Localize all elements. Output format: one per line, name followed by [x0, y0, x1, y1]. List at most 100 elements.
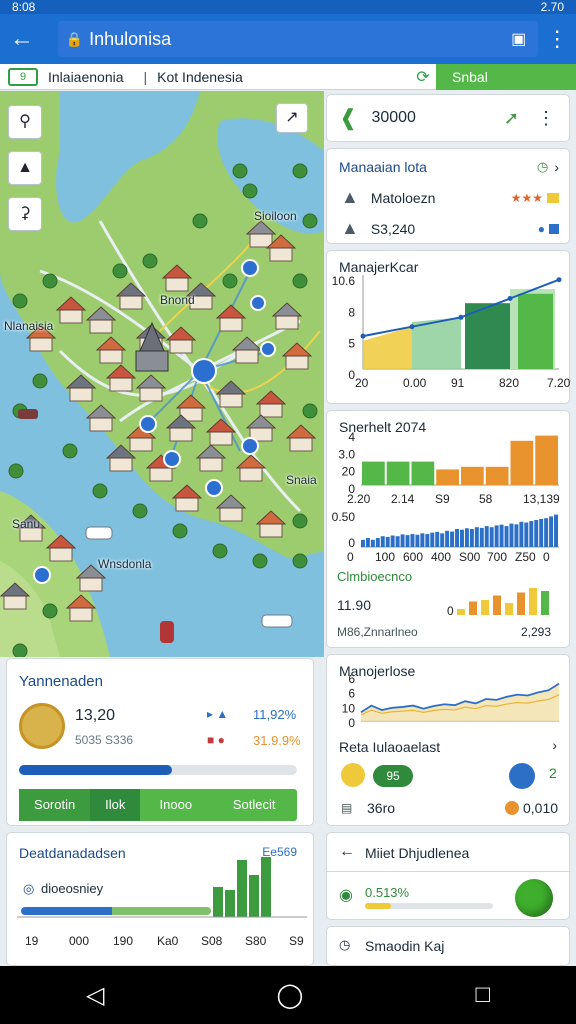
tree	[212, 543, 228, 559]
manage-card[interactable]: Manaaian lota ◷ › ▲ Matoloezn ★★★ ▲ S3,2…	[326, 148, 570, 244]
share-icon[interactable]: ➚	[504, 108, 519, 129]
tab-sorotin[interactable]: Sorotin	[19, 789, 91, 821]
chart3b-bar	[469, 601, 477, 615]
chart3-bar	[395, 536, 400, 547]
list-card[interactable]: ◷ Smaodin Kaj	[326, 926, 570, 966]
rate-pill[interactable]: 95	[373, 765, 413, 787]
back-arrow-icon[interactable]: ←	[339, 843, 355, 861]
map-layers-icon[interactable]: ▲	[8, 151, 42, 185]
map-marker	[205, 479, 223, 497]
map-view[interactable]: ⚲ ▲ ⚳ ↗ Sioiloon Bnond Nlanaisia Snaia S…	[0, 91, 324, 657]
chart3-bar	[361, 539, 365, 547]
pin-icon: ●	[537, 221, 545, 236]
x-tick-label: 100	[375, 550, 395, 564]
detail-progress-track	[365, 903, 493, 909]
chart3-bar	[365, 538, 370, 547]
chart3-bar	[554, 514, 558, 547]
chart2-label: Snerhelt 2074	[339, 419, 427, 435]
chart-card-2[interactable]: Snerhelt 2074 4 3.0 20 0 2.20 2.14 S9 58 13,139 0…	[326, 410, 570, 648]
tab-sotlecit[interactable]: Sotlecit	[211, 789, 297, 821]
stats-chart-svg: 19 000 190 Ka0 S08 S80 S9	[17, 857, 307, 948]
map-marker	[250, 295, 266, 311]
chart3-bar	[430, 532, 435, 547]
temple-icon: ▲	[341, 187, 359, 207]
map-marker	[139, 415, 157, 433]
chart3-bar	[524, 522, 529, 547]
card-menu-icon[interactable]: ⋮	[537, 108, 555, 129]
map-location-icon[interactable]: ⚳	[8, 197, 42, 231]
chart3b-bar	[457, 609, 465, 615]
chart2-bar	[485, 466, 509, 485]
chart-card-4[interactable]: Manojerlose 6 6 10 0 Reta Iulaoaelast › 95 …	[326, 654, 570, 826]
overflow-menu-icon[interactable]: ⋮	[538, 26, 576, 52]
house	[219, 316, 243, 332]
map-expand-icon[interactable]: ↗	[276, 103, 308, 133]
chart1-area-yellow	[363, 326, 412, 369]
chevron-right-icon[interactable]: ›	[552, 737, 557, 753]
rate-money: 0,010	[523, 800, 559, 816]
y-tick-label: 3.0	[338, 447, 355, 461]
chart1-point	[556, 277, 562, 283]
house	[89, 416, 113, 432]
stats-bar	[261, 857, 271, 917]
trend-icon: ▸ ▲	[207, 707, 229, 721]
search-tab[interactable]: Snbal	[436, 63, 576, 90]
tree	[252, 553, 268, 569]
breadcrumb-second[interactable]: Kot Indenesia	[157, 69, 243, 85]
stats-bar	[237, 860, 247, 917]
top-summary-card[interactable]: ❰ 30000 ➚ ⋮	[326, 94, 570, 142]
x-tick-label: 0	[347, 550, 354, 564]
x-tick-label: 2.20	[347, 492, 371, 506]
house	[169, 426, 193, 442]
y-tick-label: 0	[447, 604, 454, 618]
house	[59, 308, 83, 324]
breadcrumb: 9 Inlaiaenonia | Kot Indenesia ⟳ Snbal	[0, 63, 576, 90]
top-value: 30000	[371, 109, 416, 126]
house	[3, 594, 27, 610]
leaf-icon: ❰	[339, 105, 358, 130]
back-arrow-icon[interactable]: ←	[0, 25, 44, 53]
clock-icon: ◷	[339, 937, 351, 952]
tree	[302, 213, 318, 229]
chevron-right-icon[interactable]: ›	[554, 159, 559, 175]
chart3-bar	[494, 525, 499, 547]
tree	[242, 183, 258, 199]
alert-icon: ■ ●	[207, 733, 225, 747]
breadcrumb-first[interactable]: Inlaiaenonia	[48, 69, 124, 85]
house	[29, 336, 53, 352]
nav-back-icon[interactable]: ◁	[86, 981, 104, 1010]
tab-switcher-icon[interactable]: ▣	[511, 29, 526, 49]
tab-inooo[interactable]: Inooo	[140, 789, 211, 821]
map-marker	[33, 566, 51, 584]
x-tick-label: 13,139	[523, 492, 560, 506]
y-tick-label: 8	[348, 305, 355, 319]
summary-card[interactable]: Yannenaden 13,20 5035 S336 ▸ ▲ 11,92% ■ …	[6, 658, 314, 826]
tree	[32, 373, 48, 389]
chart3b-bar	[529, 588, 537, 615]
nav-home-icon[interactable]: ◯	[277, 981, 304, 1010]
go-button[interactable]	[515, 879, 553, 917]
map-search-icon[interactable]: ⚲	[8, 105, 42, 139]
tree	[172, 523, 188, 539]
chart3-bar	[544, 518, 549, 547]
url-bar[interactable]: 🔒 Inhulonisa ▣	[57, 21, 539, 57]
map-canvas[interactable]	[0, 91, 324, 657]
x-tick-label: 58	[479, 492, 493, 506]
stats-card[interactable]: Deatdanadadsen Ee569 ◎ dioeosniey 19 000 1…	[6, 832, 314, 966]
chart3-bar	[529, 521, 534, 547]
stats-bar	[213, 887, 223, 917]
nav-recents-icon[interactable]: □	[475, 981, 490, 1009]
chart3-bar	[489, 527, 494, 547]
chart-card-1[interactable]: ManajerKcar 10.6850200.00918207.20%	[326, 250, 576, 404]
blue-tag-icon	[549, 223, 559, 234]
chart4-label: Manojerlose	[339, 663, 416, 679]
manage-amount: S3,240	[370, 220, 416, 237]
refresh-icon[interactable]: ⟳	[410, 67, 436, 87]
tab-ilok[interactable]: Ilok	[90, 789, 141, 821]
map-label: Sanu	[12, 517, 41, 531]
detail-card[interactable]: ← Miiet Dhjudlenea ◉ 0.513%	[326, 832, 571, 920]
house	[289, 436, 313, 452]
x-tick-label: 20	[355, 376, 369, 390]
chart3-bar	[445, 530, 450, 547]
house	[69, 386, 93, 402]
